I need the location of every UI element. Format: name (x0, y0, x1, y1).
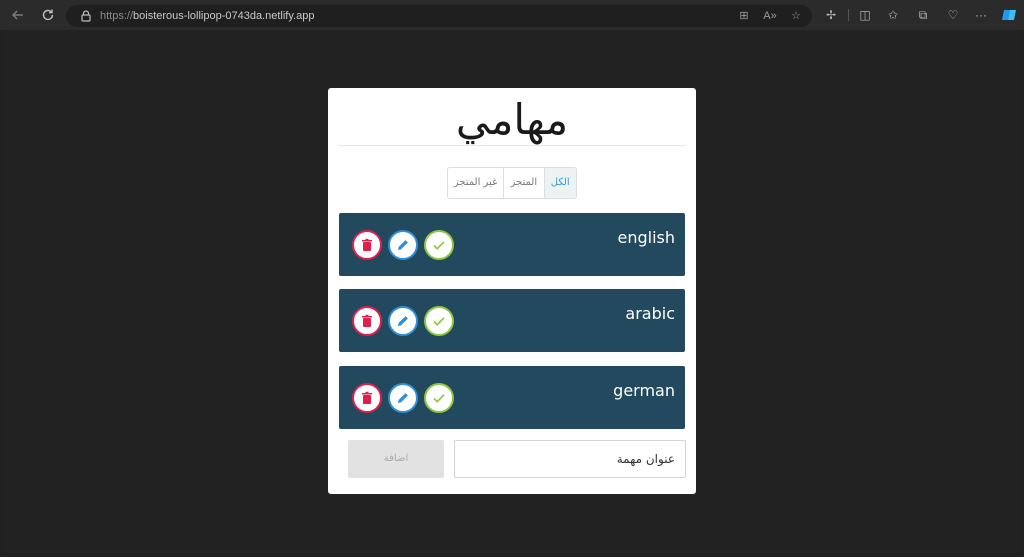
tab-all[interactable]: الكل (543, 168, 576, 198)
check-icon (433, 317, 445, 326)
tab-undone[interactable]: غير المتجز (448, 168, 504, 198)
task-title: english (617, 228, 675, 247)
back-arrow-icon[interactable] (8, 6, 28, 24)
lock-icon (81, 10, 91, 22)
page-title: مهامي (455, 95, 569, 144)
task-item: english (339, 213, 685, 276)
address-bar[interactable]: https://boisterous-lollipop-0743da.netli… (66, 5, 812, 27)
url-text: https://boisterous-lollipop-0743da.netli… (100, 10, 315, 22)
tab-done[interactable]: المتجز (503, 168, 544, 198)
check-icon (433, 241, 445, 250)
read-aloud-icon[interactable]: A» (762, 8, 778, 24)
favorite-star-icon[interactable]: ☆ (788, 8, 804, 24)
edit-button[interactable] (388, 383, 418, 413)
task-title: german (613, 381, 675, 400)
more-menu-icon[interactable]: ··· (972, 6, 990, 24)
trash-icon (362, 238, 372, 251)
title-divider (338, 145, 686, 146)
delete-button[interactable] (352, 230, 382, 260)
filter-tabs: الكل المتجز غير المتجز (447, 167, 577, 199)
browser-toolbar: https://boisterous-lollipop-0743da.netli… (0, 0, 1024, 30)
delete-button[interactable] (352, 306, 382, 336)
edit-button[interactable] (388, 306, 418, 336)
trash-icon (362, 391, 372, 404)
trash-icon (362, 314, 372, 327)
pencil-icon (398, 240, 408, 250)
complete-button[interactable] (424, 383, 454, 413)
health-icon[interactable]: ♡ (944, 6, 962, 24)
complete-button[interactable] (424, 230, 454, 260)
task-item: arabic (339, 289, 685, 352)
pencil-icon (398, 316, 408, 326)
copilot-icon[interactable] (1000, 6, 1018, 24)
collections-icon[interactable]: ⧉ (914, 6, 932, 24)
task-item: german (339, 366, 685, 429)
todo-card: مهامي الكل المتجز غير المتجز english ara… (328, 88, 696, 494)
delete-button[interactable] (352, 383, 382, 413)
complete-button[interactable] (424, 306, 454, 336)
edit-button[interactable] (388, 230, 418, 260)
grid-icon[interactable]: ⊞ (736, 8, 752, 24)
favorites-icon[interactable]: ✩ (884, 6, 902, 24)
refresh-icon[interactable] (38, 6, 58, 24)
task-title: arabic (625, 304, 675, 323)
task-title-input[interactable] (454, 440, 686, 478)
add-button[interactable]: اضافة (348, 440, 444, 478)
pencil-icon (398, 393, 408, 403)
extensions-icon[interactable]: ✢ (822, 6, 840, 24)
check-icon (433, 394, 445, 403)
split-screen-icon[interactable]: ◫ (856, 6, 874, 24)
